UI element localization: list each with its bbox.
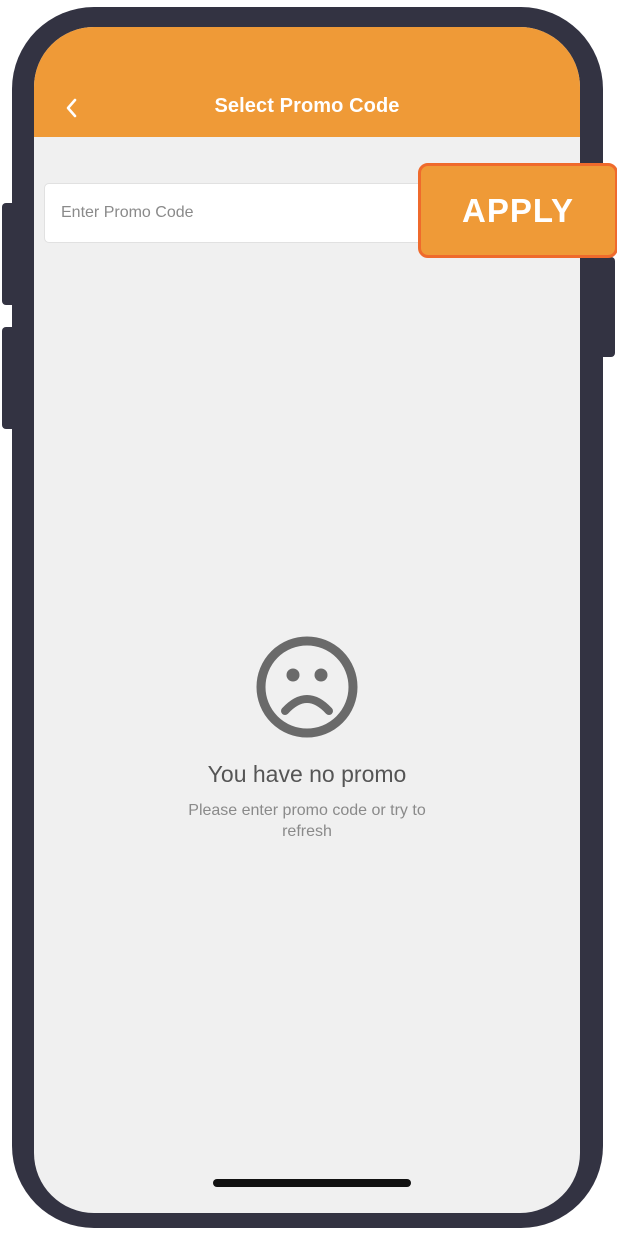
apply-button[interactable]: APPLY [418, 163, 617, 258]
promo-code-input[interactable] [44, 183, 464, 243]
home-indicator[interactable] [213, 1179, 411, 1187]
page-title: Select Promo Code [214, 95, 400, 117]
sad-face-icon [256, 636, 358, 738]
empty-state-title: You have no promo [207, 761, 407, 787]
empty-state: You have no promo Please enter promo cod… [34, 635, 580, 842]
navigation-bar: Select Promo Code [34, 27, 580, 137]
empty-state-subtitle: Please enter promo code or try to refres… [188, 802, 426, 840]
device-stage: Select Promo Code APPLY You have no prom… [0, 0, 617, 1234]
